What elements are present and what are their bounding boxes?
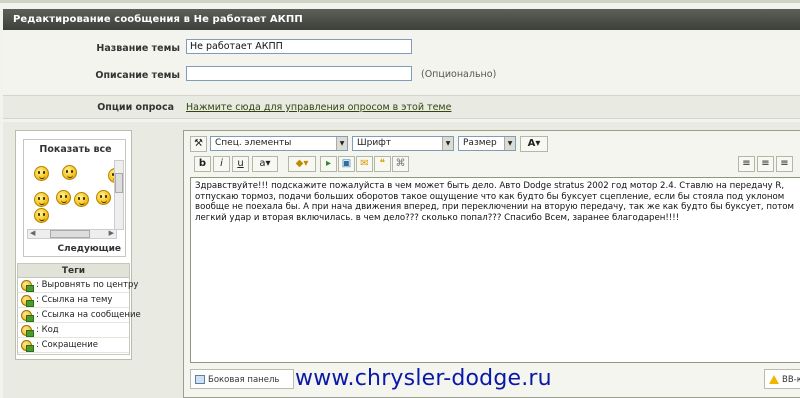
poll-options-row: Опции опроса Нажмите сюда для управления… <box>3 95 800 119</box>
underline-button[interactable]: u <box>232 156 249 172</box>
top-strip <box>0 0 800 3</box>
link-icon[interactable]: ▸ <box>320 156 337 172</box>
warning-icon <box>769 375 779 384</box>
smiley-icon[interactable] <box>74 192 89 207</box>
chevron-down-icon: ▼ <box>442 137 453 150</box>
site-watermark: www.chrysler-dodge.ru <box>295 366 552 391</box>
emoticons-hscrollbar[interactable]: ◀ ▶ <box>27 229 117 239</box>
special-elements-select[interactable]: Спец. элементы ▼ <box>210 136 348 151</box>
show-all-emoticons-link[interactable]: Показать все <box>24 144 127 155</box>
quote-icon[interactable]: ❝ <box>374 156 391 172</box>
chevron-down-icon: ▼ <box>504 137 515 150</box>
text-style-button[interactable]: a▾ <box>252 156 278 172</box>
tags-panel: Теги : Выровнять по центру : Ссылка на т… <box>17 263 141 355</box>
scroll-left-icon[interactable]: ◀ <box>30 229 35 237</box>
tag-center[interactable]: : Выровнять по центру <box>18 278 138 293</box>
smiley-icon[interactable] <box>56 190 71 205</box>
smiley-icon[interactable] <box>34 166 49 181</box>
font-select[interactable]: Шрифт ▼ <box>352 136 454 151</box>
email-icon[interactable]: ✉ <box>356 156 373 172</box>
topic-desc-label: Описание темы <box>95 70 180 81</box>
topic-desc-hint: (Опционально) <box>421 69 497 80</box>
side-panel-button[interactable]: Боковая панель <box>190 369 294 389</box>
code-icon[interactable]: ⌘ <box>392 156 409 172</box>
tag-icon <box>21 325 34 337</box>
poll-manage-link[interactable]: Нажмите сюда для управления опросом в эт… <box>186 102 451 113</box>
post-area: Показать все ◀ ▶ Следующие Теги : Выровн… <box>3 122 800 398</box>
italic-button[interactable]: i <box>213 156 230 172</box>
align-center-icon[interactable]: ≡ <box>757 156 774 172</box>
left-sidebar: Показать все ◀ ▶ Следующие Теги : Выровн… <box>15 130 141 360</box>
tag-icon <box>21 310 34 322</box>
panel-icon <box>195 375 205 384</box>
tag-post-link[interactable]: : Ссылка на сообщение <box>18 308 141 323</box>
smiley-icon[interactable] <box>34 208 49 223</box>
chevron-down-icon: ▼ <box>336 137 347 150</box>
next-emoticons-link[interactable]: Следующие <box>57 244 121 254</box>
topic-name-input[interactable] <box>186 39 412 54</box>
tag-icon <box>21 295 34 307</box>
emoticons-vscrollbar[interactable] <box>114 160 124 230</box>
emoticon-button[interactable]: ◆▾ <box>288 156 316 172</box>
align-left-icon[interactable]: ≡ <box>738 156 755 172</box>
topic-name-row: Название темы <box>3 36 800 62</box>
smiley-icon[interactable] <box>96 190 111 205</box>
image-icon[interactable]: ▣ <box>338 156 355 172</box>
smiley-icon[interactable] <box>34 192 49 207</box>
align-right-icon[interactable]: ≡ <box>776 156 793 172</box>
tag-icon <box>21 340 34 352</box>
scroll-right-icon[interactable]: ▶ <box>109 229 114 237</box>
tags-title: Теги <box>18 264 129 278</box>
size-select[interactable]: Размер ▼ <box>458 136 516 151</box>
tag-abbr[interactable]: : Сокращение <box>18 338 129 353</box>
rich-text-editor: ⚒ Спец. элементы ▼ Шрифт ▼ Размер ▼ A▾ b i … <box>183 130 800 398</box>
topic-desc-row: Описание темы (Опционально) <box>3 63 800 89</box>
topic-desc-input[interactable] <box>186 66 412 81</box>
tag-code[interactable]: : Код <box>18 323 129 338</box>
topic-name-label: Название темы <box>96 43 180 54</box>
poll-options-label: Опции опроса <box>97 102 174 113</box>
smiley-icon[interactable] <box>62 165 77 180</box>
scroll-thumb[interactable] <box>115 173 123 193</box>
page-title: Редактирование сообщения в Не работает А… <box>3 9 800 30</box>
tools-icon[interactable]: ⚒ <box>190 136 207 152</box>
scroll-thumb[interactable] <box>50 230 90 238</box>
bold-button[interactable]: b <box>194 156 211 172</box>
tag-topic-link[interactable]: : Ссылка на тему <box>18 293 129 308</box>
bb-code-button[interactable]: BB-ко <box>764 369 800 389</box>
text-color-button[interactable]: A▾ <box>520 136 548 152</box>
tag-icon <box>21 280 34 292</box>
topic-form: Название темы Описание темы (Опционально… <box>3 31 800 93</box>
emoticons-panel: Показать все ◀ ▶ Следующие <box>23 139 126 257</box>
message-textarea[interactable]: Здравствуйте!!! подскажите пожалуйста в … <box>190 177 800 363</box>
